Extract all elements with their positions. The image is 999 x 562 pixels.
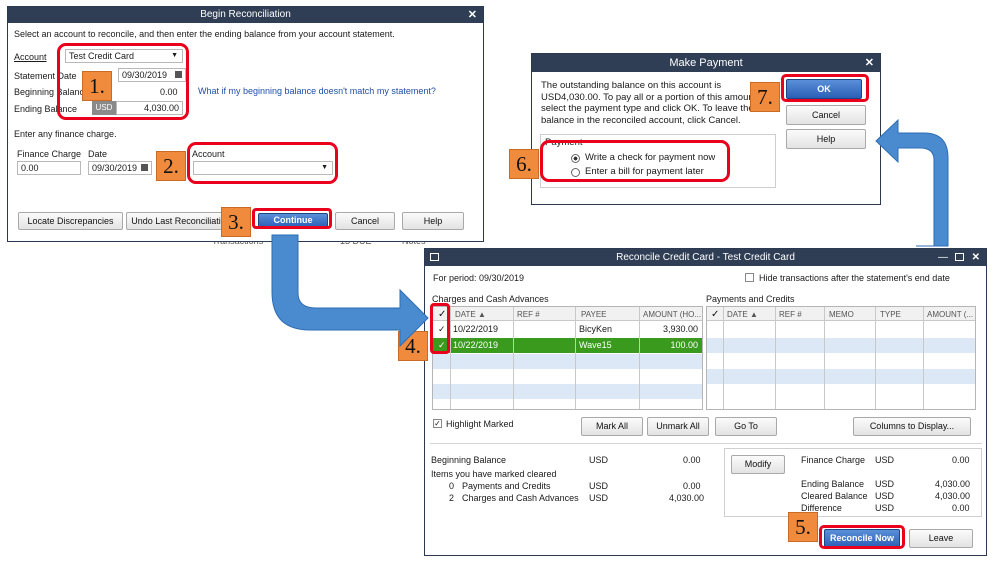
arrow-continue-to-reconcile (271, 234, 429, 348)
arrow-reconcile-to-payment (875, 118, 949, 247)
flow-arrows (271, 118, 949, 348)
